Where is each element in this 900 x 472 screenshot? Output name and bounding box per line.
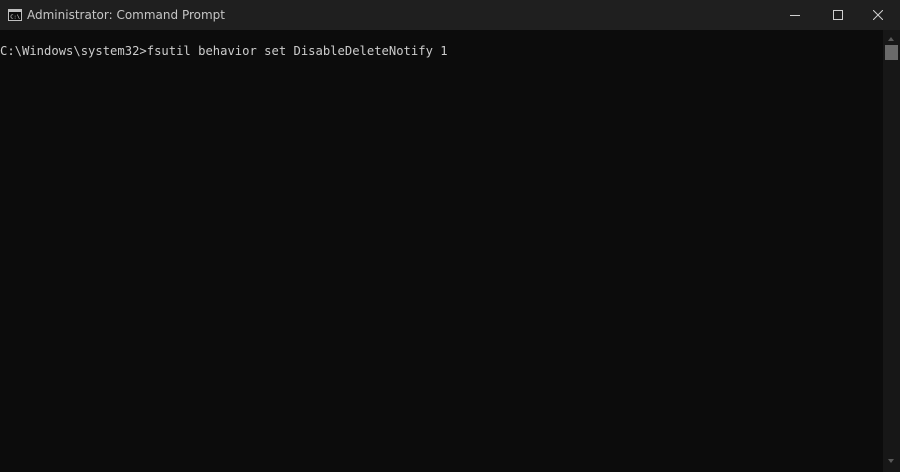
close-icon	[872, 10, 883, 20]
title-bar[interactable]: C:\ Administrator: Command Prompt	[0, 0, 900, 30]
scroll-down-arrow-icon[interactable]	[888, 459, 894, 463]
console-output[interactable]: C:\Windows\system32>fsutil behavior set …	[0, 30, 883, 472]
svg-text:C:\: C:\	[10, 15, 20, 21]
window-title: Administrator: Command Prompt	[27, 8, 225, 22]
vertical-scrollbar[interactable]	[883, 30, 900, 472]
close-button[interactable]	[855, 0, 900, 30]
command-prompt-window: C:\ Administrator: Command Prompt C:\Win…	[0, 0, 900, 472]
maximize-button[interactable]	[815, 0, 860, 30]
minimize-button[interactable]	[772, 0, 817, 30]
scroll-up-arrow-icon[interactable]	[888, 37, 894, 41]
console-line: C:\Windows\system32>fsutil behavior set …	[0, 44, 448, 58]
minimize-icon	[789, 15, 800, 16]
maximize-icon	[832, 10, 843, 20]
command-prompt-icon[interactable]: C:\	[8, 9, 22, 21]
scrollbar-thumb[interactable]	[885, 45, 898, 60]
